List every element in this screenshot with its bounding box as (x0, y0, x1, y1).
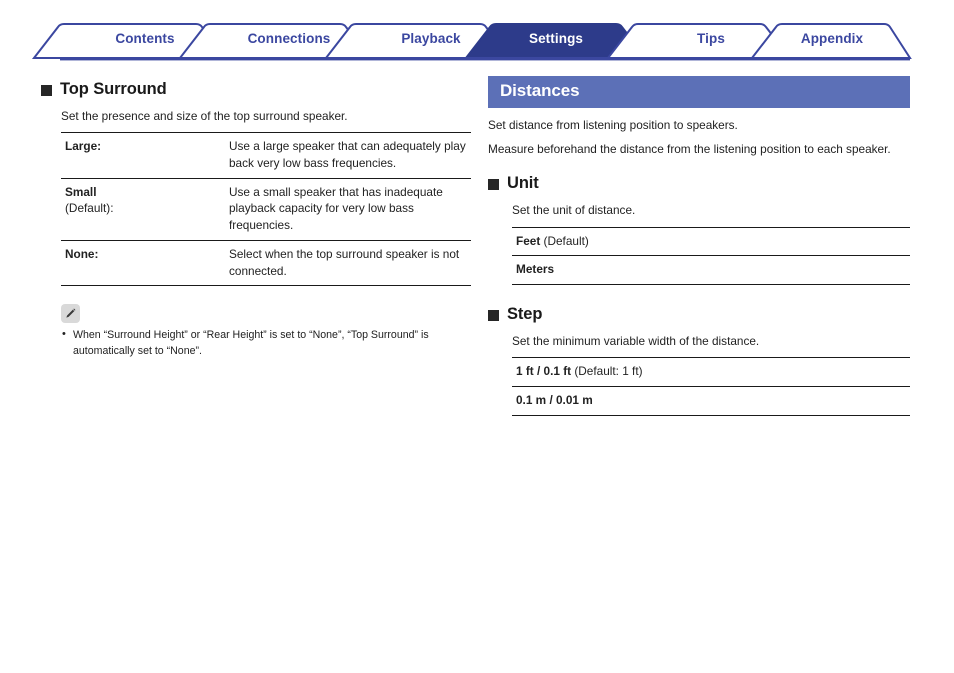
distances-intro-line1: Set distance from listening position to … (488, 118, 738, 132)
table-row: Small (Default): Use a small speaker tha… (61, 177, 471, 241)
key-bold: None: (65, 246, 99, 261)
value-bold: 0.1 m / 0.01 m (516, 393, 593, 408)
step-intro: Set the minimum variable width of the di… (512, 334, 760, 349)
section-header-distances: Distances (488, 76, 910, 108)
table-cell-value: Meters (512, 255, 910, 286)
square-bullet-icon (488, 310, 499, 322)
square-bullet-icon (41, 85, 52, 96)
footer-nav: Front panel Display Rear panel 227 Remot… (0, 609, 954, 673)
key-bold: Large: (65, 139, 102, 154)
tab-playback[interactable]: Playback (369, 31, 493, 46)
pencil-icon (61, 304, 80, 324)
left-column: Top Surround Set the presence and size o… (41, 80, 471, 359)
note-block: When “Surround Height” or “Rear Height” … (61, 304, 471, 359)
heading-top-surround: Top Surround (41, 80, 471, 99)
heading-unit: Unit (488, 174, 910, 193)
table-row: 1 ft / 0.1 ft (Default: 1 ft) (512, 357, 910, 387)
table-cell-value: 1 ft / 0.1 ft (Default: 1 ft) (512, 357, 910, 387)
top-surround-table: Large: Use a large speaker that can adeq… (61, 132, 471, 287)
table-row: Meters (512, 255, 910, 286)
distances-intro-line2: Measure beforehand the distance from the… (488, 142, 891, 157)
table-cell-key: Large: (61, 132, 225, 179)
square-bullet-icon (488, 179, 499, 191)
step-table: 1 ft / 0.1 ft (Default: 1 ft) 0.1 m / 0.… (512, 357, 910, 416)
value-light: (Default) (543, 233, 589, 248)
heading-label: Step (507, 305, 543, 324)
unit-table: Feet (Default) Meters (512, 226, 910, 286)
table-cell-value: Select when the top surround speaker is … (225, 239, 471, 287)
key-light: (Default): (65, 201, 114, 216)
heading-label: Top Surround (60, 80, 167, 98)
key-bold: Small (65, 184, 97, 199)
unit-intro: Set the unit of distance. (512, 203, 636, 218)
table-row: None: Select when the top surround speak… (61, 239, 471, 287)
tab-contents[interactable]: Contents (80, 31, 210, 46)
note-list: When “Surround Height” or “Rear Height” … (61, 327, 471, 359)
table-cell-value: Use a large speaker that can adequately … (225, 132, 471, 179)
heading-step: Step (488, 305, 910, 324)
tab-settings[interactable]: Settings (496, 31, 616, 46)
table-cell-value: 0.1 m / 0.01 m (512, 386, 910, 416)
table-cell-value: Use a small speaker that has inadequate … (225, 177, 471, 241)
tab-connections[interactable]: Connections (223, 31, 355, 46)
value-bold: Meters (516, 262, 555, 277)
value-bold: 1 ft / 0.1 ft (516, 364, 572, 379)
table-cell-key: None: (61, 239, 225, 287)
table-cell-key: Small (Default): (61, 177, 225, 241)
tab-bar: Contents Connections Playback Settings T… (30, 22, 914, 64)
right-column: Distances Set distance from listening po… (488, 76, 910, 416)
table-row: 0.1 m / 0.01 m (512, 386, 910, 416)
table-row: Large: Use a large speaker that can adeq… (61, 132, 471, 179)
tab-appendix[interactable]: Appendix (779, 31, 885, 46)
manual-page: Contents Connections Playback Settings T… (0, 0, 954, 673)
value-bold: Feet (516, 233, 541, 248)
table-cell-value: Feet (Default) (512, 226, 910, 256)
tab-tips[interactable]: Tips (650, 31, 772, 46)
table-row: Feet (Default) (512, 226, 910, 256)
value-light: (Default: 1 ft) (574, 364, 643, 379)
list-item: When “Surround Height” or “Rear Height” … (61, 327, 471, 359)
top-surround-intro: Set the presence and size of the top sur… (61, 109, 348, 123)
heading-label: Unit (507, 174, 539, 193)
pencil-glyph (66, 309, 76, 319)
